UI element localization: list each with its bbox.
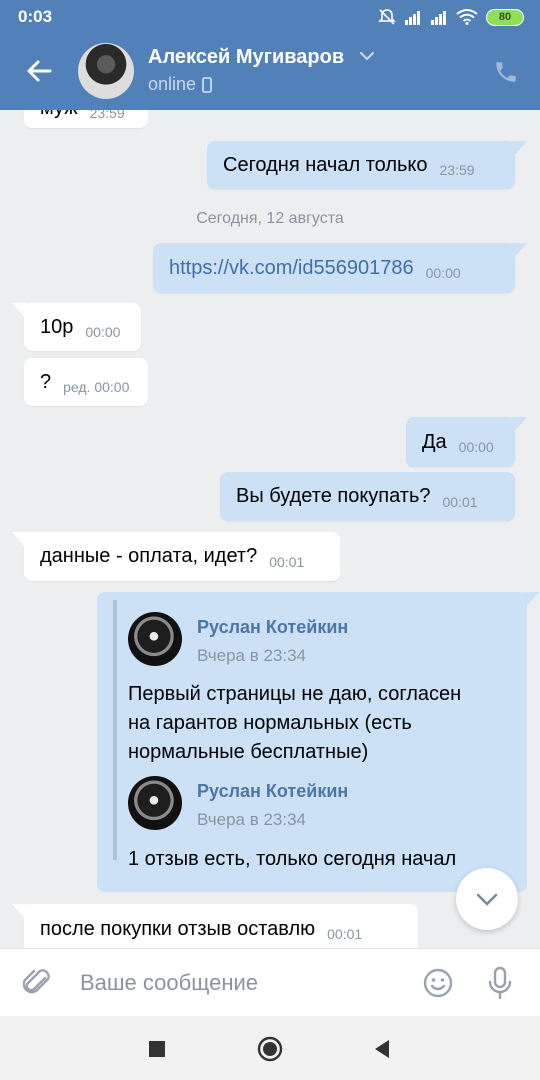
message-time: 23:59 (89, 110, 125, 121)
message-time: 00:00 (85, 324, 121, 340)
message-time: 00:00 (458, 439, 494, 455)
message-time: 00:01 (269, 553, 305, 570)
call-button[interactable] (486, 52, 526, 92)
message-bubble[interactable]: Да 00:00 (406, 417, 527, 467)
message-bubble[interactable]: Сегодня начал только 23:59 (207, 141, 527, 189)
status-icons: 80 (378, 7, 524, 27)
app-header: 0:03 80 Алексей Мугиваров online (0, 0, 540, 110)
smile-icon (423, 968, 453, 998)
attach-button[interactable] (18, 963, 58, 1003)
signal-icon-2 (431, 11, 446, 25)
nav-home-button[interactable] (253, 1032, 287, 1066)
forward-author-avatar[interactable] (128, 612, 182, 666)
message-bubble[interactable]: Вы будете покупать? 00:01 (220, 472, 515, 521)
back-button[interactable] (14, 46, 64, 96)
message-input[interactable] (70, 959, 400, 1007)
forward-author-avatar[interactable] (128, 776, 182, 830)
forward-text: Первый страницы не даю, согласен на гара… (128, 680, 461, 767)
message-text: данные - оплата, идет? (40, 545, 258, 567)
bell-off-icon (378, 9, 396, 25)
message-bubble[interactable]: 10р 00:00 (12, 303, 141, 351)
message-time: 00:01 (442, 493, 478, 510)
forward-text: 1 отзыв есть, только сегодня начал (128, 848, 457, 870)
forward-date: Вчера в 23:34 (197, 810, 307, 829)
signal-icon (405, 11, 420, 25)
scroll-down-button[interactable] (456, 868, 518, 930)
nav-triangle-icon (375, 1040, 389, 1058)
message-time: 23:59 (439, 162, 475, 178)
forward-text-line: на гарантов нормальных (есть (128, 712, 412, 734)
message-time: 00:01 (327, 926, 363, 942)
status-time: 0:03 (18, 7, 53, 26)
mobile-icon (202, 76, 212, 93)
message-text: после покупки отзыв оставлю (40, 917, 316, 940)
contact-status-text: online (148, 74, 197, 94)
forward-text-line: Первый страницы не даю, согласен (128, 683, 462, 705)
message-text: муж (40, 110, 78, 120)
message-composer (0, 948, 540, 1016)
date-separator: Сегодня, 12 августа (196, 210, 344, 227)
message-text: Вы будете покупать? (236, 485, 431, 507)
emoji-button[interactable] (418, 963, 458, 1003)
contact-status: online (148, 74, 212, 95)
nav-back-button[interactable] (365, 1032, 399, 1066)
chevron-down-icon[interactable] (359, 50, 375, 62)
message-link[interactable]: https://vk.com/id556901786 (169, 257, 414, 280)
paperclip-icon (23, 969, 50, 994)
message-bubble[interactable]: после покупки отзыв оставлю 00:01 (12, 904, 418, 948)
nav-circle-icon (257, 1036, 283, 1062)
chat-toolbar: Алексей Мугиваров online (0, 34, 540, 110)
message-text: Сегодня начал только (223, 153, 428, 176)
forward-date: Вчера в 23:34 (197, 646, 307, 665)
message-text: 10р (40, 315, 74, 338)
nav-recents-button[interactable] (140, 1032, 174, 1066)
forward-indicator-bar (113, 600, 117, 860)
status-bar: 0:03 80 (0, 0, 540, 34)
message-bubble[interactable]: данные - оплата, идет? 00:01 (12, 532, 340, 581)
message-bubble[interactable]: ? ред. 00:00 (24, 358, 148, 406)
forward-author-name[interactable]: Руслан Котейкин (197, 781, 348, 802)
voice-message-button[interactable] (480, 963, 520, 1003)
system-nav-bar (0, 1016, 540, 1080)
message-time: ред. 00:00 (63, 379, 130, 395)
phone-icon (496, 62, 516, 82)
contact-name[interactable]: Алексей Мугиваров (148, 46, 344, 69)
wifi-icon (456, 9, 478, 25)
forwarded-message-bubble[interactable]: Руслан Котейкин Вчера в 23:34 Первый стр… (97, 592, 539, 892)
message-bubble[interactable]: https://vk.com/id556901786 00:00 (153, 243, 527, 293)
back-arrow-icon (27, 60, 52, 82)
message-bubble[interactable]: муж 23:59 (24, 110, 148, 128)
scroll-down-chevron-icon (476, 893, 498, 906)
forward-author-name[interactable]: Руслан Котейкин (197, 617, 348, 638)
battery-indicator: 80 (486, 8, 524, 26)
message-text: Да (422, 430, 447, 453)
nav-square-icon (149, 1041, 165, 1057)
message-text: ? (40, 370, 52, 393)
message-list[interactable]: муж 23:59 Сегодня начал только 23:59 Сег… (0, 110, 540, 948)
forward-text-line: нормальные бесплатные) (128, 741, 369, 763)
microphone-icon (488, 966, 512, 1000)
message-time: 00:00 (425, 265, 461, 281)
contact-avatar[interactable] (78, 43, 134, 99)
